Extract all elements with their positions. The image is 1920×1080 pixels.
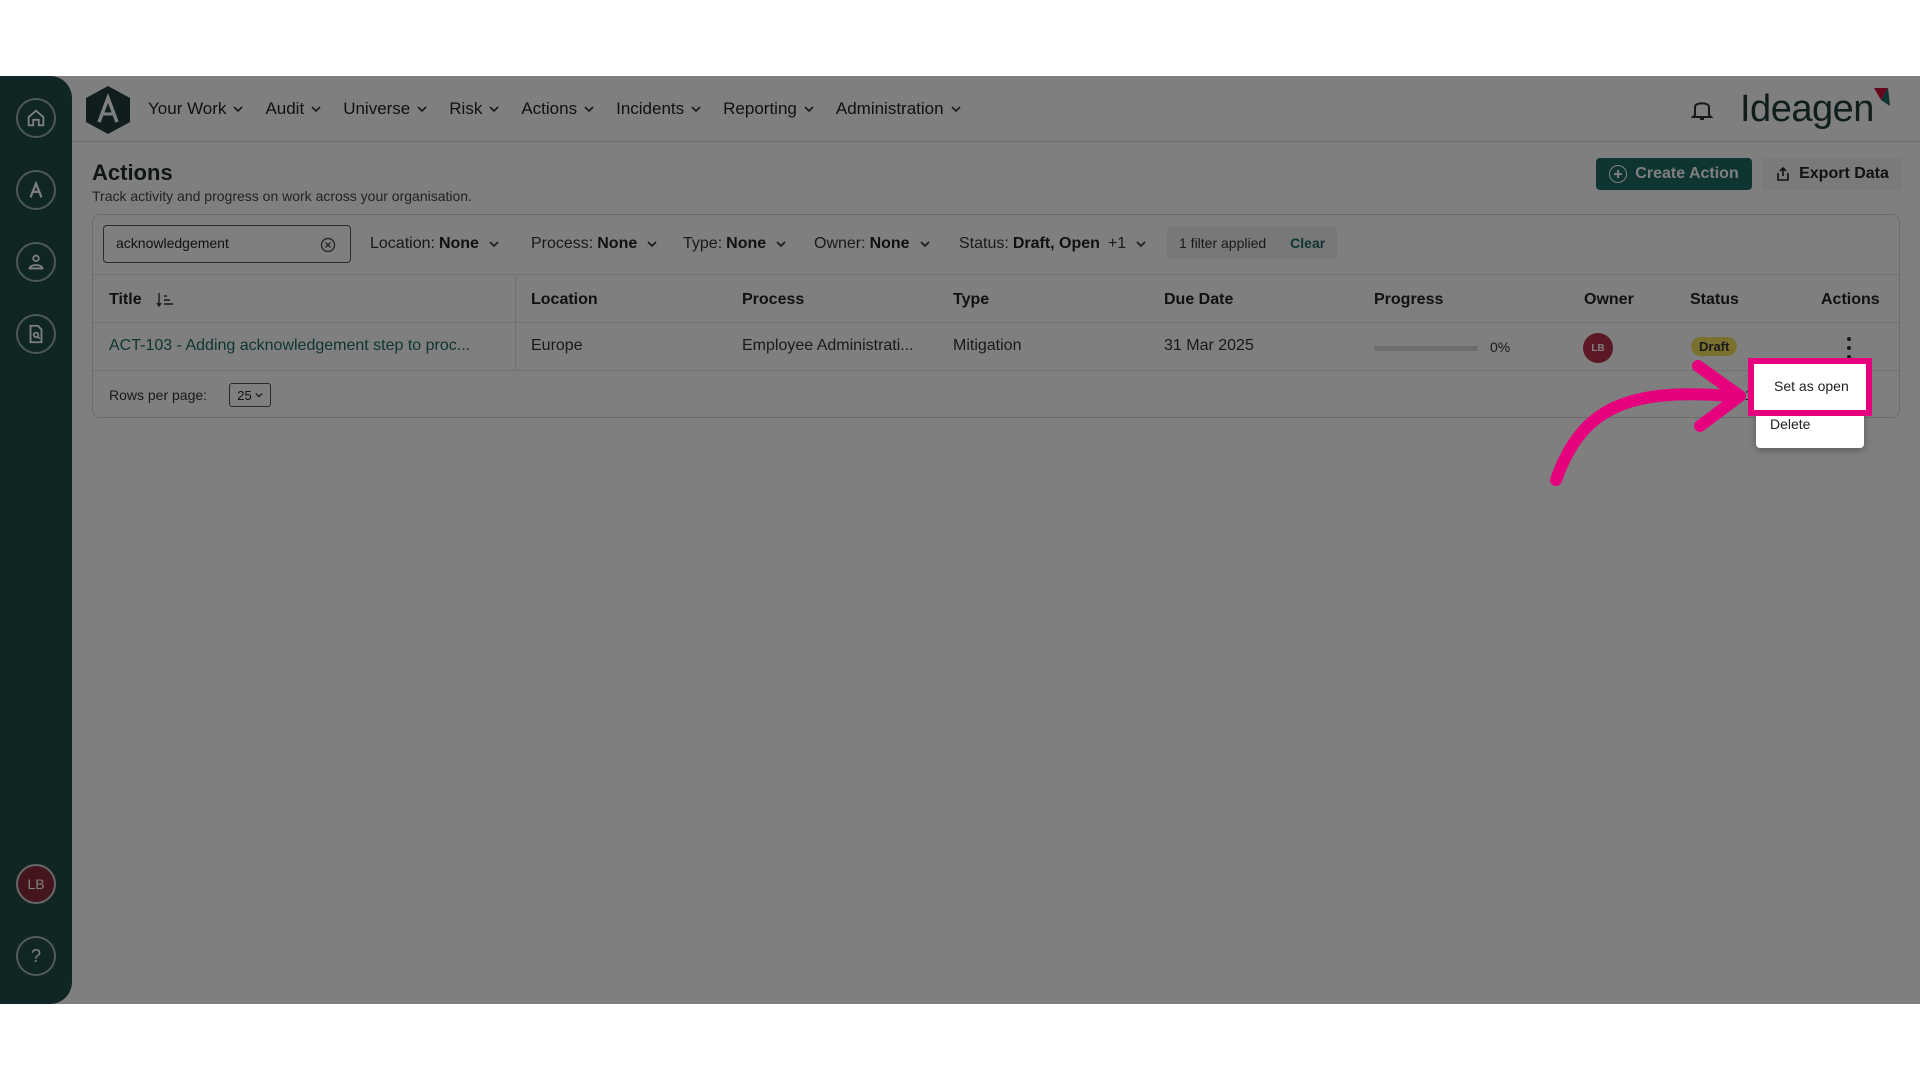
dim-overlay bbox=[0, 76, 1920, 1004]
menu-item-delete[interactable]: Delete bbox=[1770, 416, 1810, 432]
menu-item-set-as-open-highlight[interactable]: Set as open bbox=[1748, 358, 1872, 416]
menu-item-set-as-open[interactable]: Set as open bbox=[1774, 378, 1849, 394]
pointer-arrow-icon bbox=[1550, 360, 1746, 486]
app-frame: LB ? Your Work Audit Universe Risk Actio… bbox=[0, 76, 1920, 1004]
